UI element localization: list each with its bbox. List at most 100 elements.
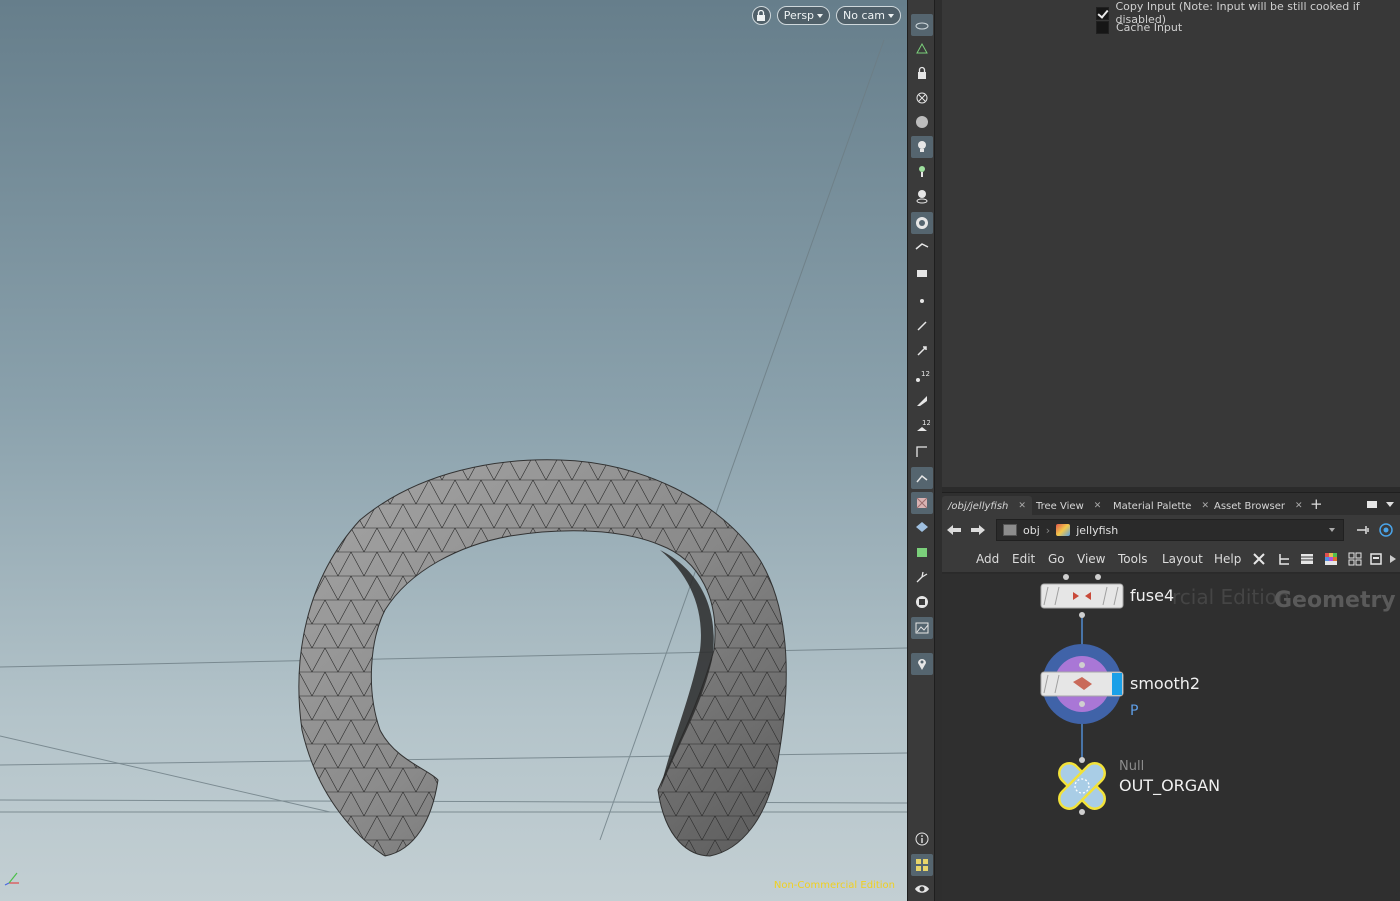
node-smooth2[interactable] [1040, 644, 1124, 724]
geometry-object-icon [1056, 524, 1071, 536]
lock-icon [918, 66, 926, 79]
camera-lock-button[interactable] [751, 6, 771, 25]
node-smooth2-label[interactable]: smooth2 [1130, 674, 1200, 693]
camera-dropdown[interactable]: No cam [836, 6, 901, 25]
normal-display-button[interactable] [911, 315, 933, 337]
snap-button[interactable] [911, 87, 933, 109]
edition-watermark: Non-Commercial Edition [773, 880, 895, 891]
tab-material-palette[interactable]: Material Palette ✕ [1107, 496, 1215, 516]
map-icon [917, 548, 927, 557]
copy-input-checkbox[interactable] [1096, 6, 1109, 20]
pane-tab-bar: /obj/jellyfish ✕ Tree View ✕ Material Pale… [942, 492, 1400, 516]
uv-icon [916, 497, 928, 509]
path-separator-icon: › [1045, 523, 1051, 537]
chevron-down-icon[interactable] [1329, 528, 1335, 532]
menu-add[interactable]: Add [976, 552, 999, 566]
node-fuse4[interactable] [1040, 574, 1124, 618]
back-arrow-icon[interactable] [946, 523, 962, 537]
node-smooth2-flag: P [1130, 703, 1139, 719]
node-out-organ[interactable] [1042, 746, 1121, 825]
brush-button[interactable] [911, 390, 933, 412]
pin-pane-icon[interactable] [1356, 523, 1370, 537]
vector-display-icon [917, 346, 927, 356]
menu-help[interactable]: Help [1214, 552, 1241, 566]
camera-label: No cam [843, 9, 885, 22]
more-arrow-icon[interactable] [1390, 555, 1396, 563]
link-pane-icon[interactable] [1378, 522, 1394, 538]
link-button[interactable] [911, 566, 933, 588]
viewport-header-controls: Persp No cam [751, 6, 901, 25]
lock-button[interactable] [911, 62, 933, 84]
add-tab-icon[interactable]: + [1310, 495, 1323, 513]
svg-text:12: 12 [921, 370, 930, 378]
curve-button[interactable] [911, 440, 933, 462]
tab-label: /obj/jellyfish [948, 500, 1009, 512]
scene-viewport[interactable]: Persp No cam Non-Commercial Edition [0, 0, 907, 901]
vector-display-button[interactable] [911, 340, 933, 362]
cache-input-checkbox[interactable] [1096, 21, 1109, 34]
eye-tool-icon [915, 243, 929, 250]
point-number-button[interactable]: 12 [911, 365, 933, 387]
menu-go[interactable]: Go [1048, 552, 1065, 566]
chevron-down-icon [888, 13, 894, 18]
info-button[interactable] [911, 828, 933, 850]
jellyfish-mesh [298, 459, 787, 857]
menu-view[interactable]: View [1077, 552, 1105, 566]
geometry-icon [916, 522, 928, 532]
brush-icon [917, 396, 927, 406]
display-options-button[interactable] [911, 38, 933, 60]
camera-button[interactable] [911, 185, 933, 207]
pane-menu-icon[interactable] [1386, 502, 1394, 507]
background-image-button[interactable] [911, 617, 933, 639]
network-canvas[interactable]: rcial Edition Geometry fuse4 smooth2 P N… [942, 574, 1400, 901]
forward-arrow-icon[interactable] [970, 523, 986, 537]
point-display-button[interactable] [911, 290, 933, 312]
network-path-field[interactable]: obj › jellyfish [996, 519, 1344, 541]
transform-button[interactable] [911, 467, 933, 489]
ghost-icon [915, 22, 929, 30]
reference-button[interactable] [911, 591, 933, 613]
geometry-button[interactable] [911, 516, 933, 538]
wire-ghost-button[interactable] [911, 212, 933, 234]
menu-layout[interactable]: Layout [1162, 552, 1203, 566]
bake-button[interactable] [911, 261, 933, 283]
grid-view-icon[interactable] [1348, 552, 1362, 566]
list-view-icon[interactable] [1300, 552, 1314, 566]
map-button[interactable] [911, 541, 933, 563]
menu-edit[interactable]: Edit [1012, 552, 1035, 566]
tab-tree-view[interactable]: Tree View ✕ [1030, 496, 1107, 516]
color-palette-icon[interactable] [1324, 552, 1338, 566]
pane-splitter[interactable] [935, 0, 942, 901]
tab-network-path[interactable]: /obj/jellyfish ✕ [942, 496, 1032, 516]
tab-asset-browser[interactable]: Asset Browser ✕ [1208, 496, 1309, 516]
headlight-button[interactable] [911, 160, 933, 182]
node-graph [1040, 574, 1124, 825]
path-current[interactable]: jellyfish [1076, 524, 1118, 537]
tab-label: Asset Browser [1214, 500, 1286, 512]
view-type-dropdown[interactable]: Persp [776, 6, 831, 25]
maximize-pane-icon[interactable] [1367, 501, 1377, 508]
close-icon[interactable]: ✕ [1295, 501, 1303, 511]
shading-button[interactable] [911, 111, 933, 133]
info-icon [915, 832, 929, 846]
node-out-organ-label[interactable]: OUT_ORGAN [1119, 776, 1220, 795]
node-fuse4-label[interactable]: fuse4 [1130, 586, 1174, 605]
wrench-icon[interactable] [1252, 552, 1266, 566]
close-icon[interactable]: ✕ [1018, 501, 1026, 511]
visibility-icon [915, 885, 929, 893]
visualize-button[interactable] [911, 236, 933, 258]
vertex-number-button[interactable]: 12 [911, 415, 933, 437]
ghost-button[interactable] [911, 14, 933, 36]
visibility-button[interactable] [911, 878, 933, 900]
tree-layout-icon[interactable] [1277, 552, 1291, 566]
path-root[interactable]: obj [1023, 524, 1040, 537]
close-icon[interactable]: ✕ [1094, 501, 1102, 511]
pin-button[interactable] [911, 653, 933, 675]
node-out-organ-type: Null [1119, 759, 1145, 774]
layout-button[interactable] [911, 854, 933, 876]
cache-input-row[interactable]: Cache Input [1096, 21, 1182, 34]
menu-tools[interactable]: Tools [1118, 552, 1148, 566]
uv-button[interactable] [911, 492, 933, 514]
panel-icon[interactable] [1370, 552, 1384, 566]
light-button[interactable] [911, 136, 933, 158]
